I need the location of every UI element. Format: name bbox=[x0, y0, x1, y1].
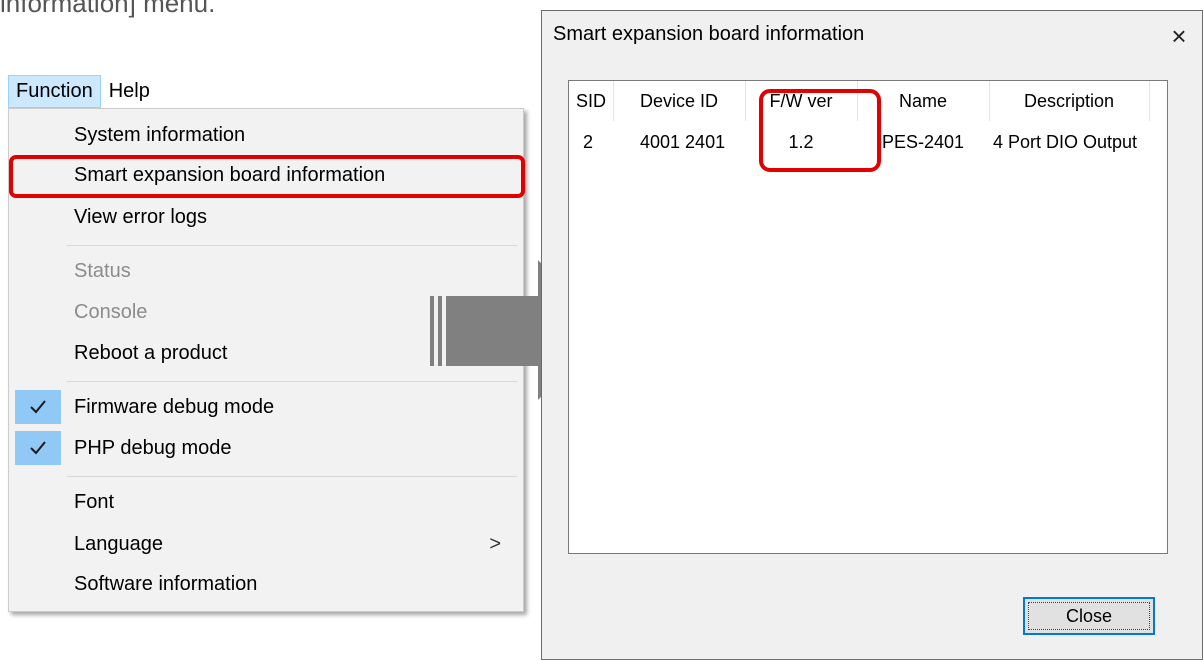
cell-device-id: 4001 2401 bbox=[640, 132, 726, 152]
menu-item-label: PHP debug mode bbox=[74, 437, 232, 459]
menu-item-php-debug-mode[interactable]: PHP debug mode bbox=[9, 429, 523, 467]
smart-expansion-board-dialog: Smart expansion board information × SID … bbox=[541, 10, 1203, 660]
menubar-help[interactable]: Help bbox=[101, 75, 158, 108]
checkmark-icon bbox=[15, 431, 61, 465]
menu-item-label: System information bbox=[74, 124, 246, 146]
menu-item-software-information[interactable]: Software information bbox=[9, 565, 523, 603]
checkmark-icon bbox=[15, 390, 61, 424]
menu-item-language[interactable]: Language > bbox=[9, 525, 523, 563]
cell-description: 4 Port DIO Output bbox=[993, 132, 1138, 152]
chevron-right-icon: > bbox=[489, 533, 501, 555]
menu-item-label: Font bbox=[74, 491, 115, 513]
fw-ver-highlight-box bbox=[759, 89, 881, 172]
menu-item-font[interactable]: Font bbox=[9, 483, 523, 521]
close-button[interactable]: Close bbox=[1023, 597, 1155, 635]
menu-item-label: Status bbox=[74, 260, 131, 282]
column-header-description[interactable]: Description bbox=[989, 81, 1150, 121]
menu-item-label: View error logs bbox=[74, 206, 208, 228]
board-list-view[interactable]: SID Device ID F/W ver Name Description 2… bbox=[568, 80, 1168, 554]
dialog-title: Smart expansion board information bbox=[553, 23, 865, 45]
column-header-device-id[interactable]: Device ID bbox=[613, 81, 746, 121]
cell-sid: 2 bbox=[583, 132, 594, 152]
menu-separator bbox=[67, 476, 517, 477]
column-header-sid[interactable]: SID bbox=[569, 81, 614, 121]
menu-item-highlight-box bbox=[9, 155, 525, 198]
close-icon[interactable]: × bbox=[1164, 21, 1194, 51]
menu-item-view-error-logs[interactable]: View error logs bbox=[9, 198, 523, 236]
menu-item-label: Reboot a product bbox=[74, 342, 228, 364]
menubar-function[interactable]: Function bbox=[8, 75, 101, 108]
menu-item-system-information[interactable]: System information bbox=[9, 116, 523, 154]
menubar: Function Help bbox=[8, 75, 158, 108]
menu-separator bbox=[67, 245, 517, 246]
menu-item-label: Firmware debug mode bbox=[74, 396, 275, 418]
menu-item-label: Language bbox=[74, 533, 163, 555]
focus-rectangle bbox=[1028, 602, 1150, 630]
menu-item-label: Console bbox=[74, 301, 148, 323]
menu-item-label: Software information bbox=[74, 573, 258, 595]
top-caption: information] menu. bbox=[0, 0, 216, 18]
